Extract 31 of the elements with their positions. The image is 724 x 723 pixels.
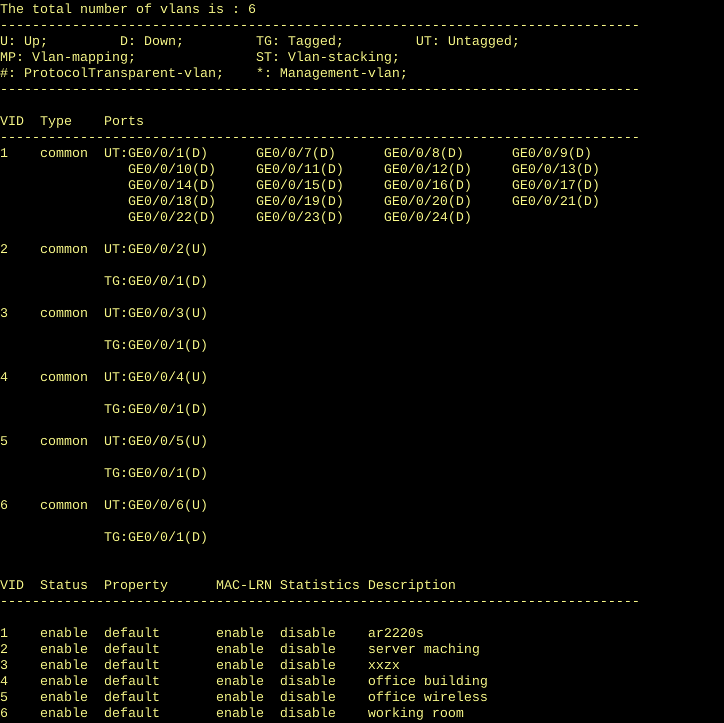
terminal-line: GE0/0/14(D) GE0/0/15(D) GE0/0/16(D) GE0/0/17(D)	[126, 179, 600, 194]
terminal-line: GE0/0/22(D) GE0/0/23(D) GE0/0/24(D)	[126, 211, 472, 226]
terminal-line: 2 enable default enable disable server maching	[0, 643, 480, 658]
terminal-line: U: Up; D: Down; TG: Tagged; UT: Untagged;	[0, 35, 520, 50]
terminal-line: TG:GE0/0/1(D)	[102, 531, 208, 546]
terminal-line: VID Type Ports	[0, 115, 144, 130]
terminal-line: 1 common UT:GE0/0/1(D) GE0/0/7(D) GE0/0/8(D) GE0/0/9(D)	[0, 147, 592, 162]
terminal-line: 5 common UT:GE0/0/5(U)	[0, 435, 208, 450]
terminal-line: 4 enable default enable disable office building	[0, 675, 488, 690]
terminal-line: VID Status Property MAC-LRN Statistics Description	[0, 579, 456, 594]
terminal-line: 3 enable default enable disable xxzx	[0, 659, 400, 674]
terminal-line: --------------------------------------------------------------------------------	[0, 83, 640, 98]
terminal-line: --------------------------------------------------------------------------------	[0, 595, 640, 610]
terminal-line: MP: Vlan-mapping; ST: Vlan-stacking;	[0, 51, 400, 66]
terminal-line: --------------------------------------------------------------------------------	[0, 19, 640, 34]
terminal-line: GE0/0/18(D) GE0/0/19(D) GE0/0/20(D) GE0/0/21(D)	[126, 195, 600, 210]
terminal-line: GE0/0/10(D) GE0/0/11(D) GE0/0/12(D) GE0/0/13(D)	[126, 163, 600, 178]
terminal-line: 4 common UT:GE0/0/4(U)	[0, 371, 208, 386]
terminal-line: TG:GE0/0/1(D)	[102, 275, 208, 290]
terminal-line: TG:GE0/0/1(D)	[102, 339, 208, 354]
terminal-line: 3 common UT:GE0/0/3(U)	[0, 307, 208, 322]
terminal-line: TG:GE0/0/1(D)	[102, 467, 208, 482]
terminal-line: 5 enable default enable disable office wireless	[0, 691, 488, 706]
terminal-line: The total number of vlans is : 6	[0, 3, 256, 18]
terminal-line: #: ProtocolTransparent-vlan; *: Management-vlan;	[0, 67, 408, 82]
terminal-line: TG:GE0/0/1(D)	[102, 403, 208, 418]
terminal-line: 1 enable default enable disable ar2220s	[0, 627, 424, 642]
terminal-line: 6 common UT:GE0/0/6(U)	[0, 499, 208, 514]
terminal-line: 6 enable default enable disable working room	[0, 707, 464, 722]
terminal-line: 2 common UT:GE0/0/2(U)	[0, 243, 208, 258]
terminal-line: --------------------------------------------------------------------------------	[0, 131, 640, 146]
